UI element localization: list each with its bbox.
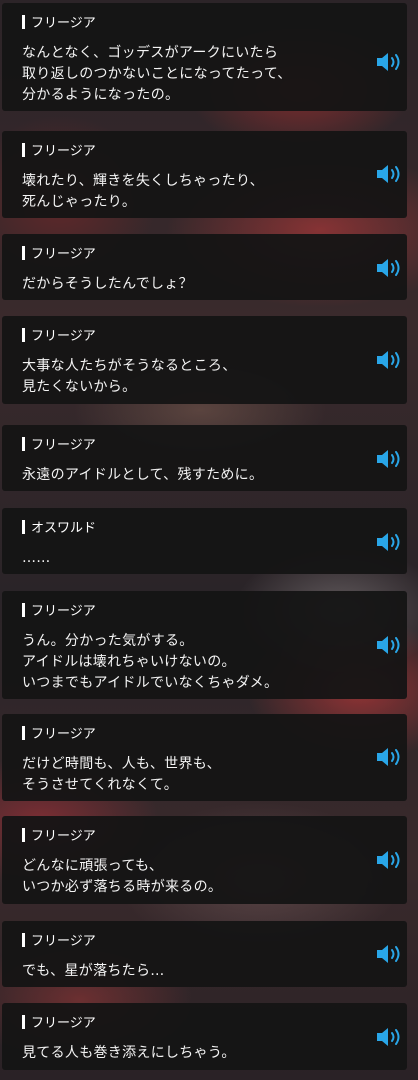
speaker-marker <box>22 246 25 260</box>
voice-playback-button[interactable] <box>375 163 403 185</box>
speaker-label: フリージア <box>31 1016 96 1031</box>
speaker-volume-icon <box>377 533 400 551</box>
dialogue-log[interactable]: フリージア なんとなく、ゴッデスがアークにいたら 取り返しのつかないことになって… <box>0 0 418 1080</box>
voice-playback-button[interactable] <box>375 349 403 371</box>
speaker-name: フリージア <box>22 15 96 31</box>
dialogue-text: うん。分かった気がする。 アイドルは壊れちゃいけないの。 いつまでもアイドルでい… <box>22 631 278 694</box>
speaker-volume-icon <box>377 53 400 71</box>
dialogue-line: そうさせてくれなくて。 <box>22 777 179 793</box>
voice-playback-button[interactable] <box>375 257 403 279</box>
dialogue-line: 分かるようになったの。 <box>22 87 180 103</box>
dialogue-line: だからそうしたんでしょ？ <box>22 276 193 292</box>
speaker-label: フリージア <box>31 727 96 742</box>
log-entry: フリージア 大事な人たちがそうなるところ、 見たくないから。 <box>2 316 407 404</box>
speaker-label: フリージア <box>31 144 96 159</box>
speaker-name: フリージア <box>22 828 96 844</box>
speaker-name: フリージア <box>22 143 96 159</box>
voice-playback-button[interactable] <box>375 943 403 965</box>
dialogue-line: 永遠のアイドルとして、残すために。 <box>22 467 264 483</box>
dialogue-line: アイドルは壊れちゃいけないの。 <box>22 654 236 670</box>
speaker-label: フリージア <box>31 604 96 619</box>
speaker-name: フリージア <box>22 1015 96 1031</box>
dialogue-text: …… <box>22 548 51 569</box>
dialogue-line: どんなに頑張っても、 <box>22 858 164 874</box>
speaker-name: フリージア <box>22 328 96 344</box>
dialogue-line: でも、星が落ちたら… <box>22 963 165 979</box>
dialogue-line: 死んじゃったり。 <box>22 194 137 210</box>
speaker-marker <box>22 15 25 29</box>
speaker-marker <box>22 828 25 842</box>
log-entry: オスワルド …… <box>2 508 407 574</box>
log-entry: フリージア だからそうしたんでしょ？ <box>2 234 407 300</box>
dialogue-line: いつか必ず落ちる時が来るの。 <box>22 879 223 895</box>
speaker-label: フリージア <box>31 438 96 453</box>
speaker-marker <box>22 520 25 534</box>
log-entry: フリージア なんとなく、ゴッデスがアークにいたら 取り返しのつかないことになって… <box>2 3 407 111</box>
voice-playback-button[interactable] <box>375 849 403 871</box>
speaker-marker <box>22 1015 25 1029</box>
speaker-volume-icon <box>377 748 400 766</box>
speaker-label: フリージア <box>31 329 96 344</box>
dialogue-line: 壊れたり、輝きを失くしちゃったり、 <box>22 173 264 189</box>
voice-playback-button[interactable] <box>375 1026 403 1048</box>
speaker-volume-icon <box>377 450 400 468</box>
speaker-volume-icon <box>377 259 400 277</box>
dialogue-text: 見てる人も巻き添えにしちゃう。 <box>22 1043 236 1064</box>
dialogue-line: 見たくないから。 <box>22 379 137 395</box>
dialogue-line: 大事な人たちがそうなるところ、 <box>22 358 237 374</box>
dialogue-line: 取り返しのつかないことになってたって、 <box>22 66 292 82</box>
speaker-volume-icon <box>377 165 400 183</box>
speaker-label: フリージア <box>31 934 96 949</box>
speaker-volume-icon <box>377 851 400 869</box>
voice-playback-button[interactable] <box>375 746 403 768</box>
speaker-name: フリージア <box>22 603 96 619</box>
dialogue-text: 壊れたり、輝きを失くしちゃったり、 死んじゃったり。 <box>22 171 264 213</box>
speaker-name: オスワルド <box>22 520 96 536</box>
log-entry: フリージア でも、星が落ちたら… <box>2 921 407 987</box>
dialogue-text: だけど時間も、人も、世界も、 そうさせてくれなくて。 <box>22 754 221 796</box>
speaker-name: フリージア <box>22 246 96 262</box>
speaker-marker <box>22 726 25 740</box>
speaker-marker <box>22 933 25 947</box>
dialogue-line: だけど時間も、人も、世界も、 <box>22 756 221 772</box>
speaker-marker <box>22 603 25 617</box>
dialogue-line: …… <box>22 550 51 566</box>
speaker-name: フリージア <box>22 726 96 742</box>
dialogue-line: うん。分かった気がする。 <box>22 633 194 649</box>
dialogue-text: でも、星が落ちたら… <box>22 961 165 982</box>
speaker-volume-icon <box>377 636 400 654</box>
log-entry: フリージア 永遠のアイドルとして、残すために。 <box>2 425 407 491</box>
voice-playback-button[interactable] <box>375 51 403 73</box>
voice-playback-button[interactable] <box>375 634 403 656</box>
log-entry: フリージア うん。分かった気がする。 アイドルは壊れちゃいけないの。 いつまでも… <box>2 591 407 699</box>
dialogue-line: いつまでもアイドルでいなくちゃダメ。 <box>22 675 279 691</box>
log-entry: フリージア だけど時間も、人も、世界も、 そうさせてくれなくて。 <box>2 714 407 801</box>
log-entry: フリージア 壊れたり、輝きを失くしちゃったり、 死んじゃったり。 <box>2 131 407 218</box>
voice-playback-button[interactable] <box>375 448 403 470</box>
dialogue-line: 見てる人も巻き添えにしちゃう。 <box>22 1045 236 1061</box>
speaker-marker <box>22 328 25 342</box>
speaker-label: フリージア <box>31 16 96 31</box>
dialogue-line: なんとなく、ゴッデスがアークにいたら <box>22 45 279 61</box>
speaker-label: フリージア <box>31 247 96 262</box>
speaker-label: オスワルド <box>31 521 97 536</box>
log-entry: フリージア 見てる人も巻き添えにしちゃう。 <box>2 1003 407 1070</box>
speaker-volume-icon <box>377 1028 400 1046</box>
dialogue-text: 永遠のアイドルとして、残すために。 <box>22 465 263 486</box>
speaker-volume-icon <box>377 945 400 963</box>
voice-playback-button[interactable] <box>375 531 403 553</box>
dialogue-text: どんなに頑張っても、 いつか必ず落ちる時が来るの。 <box>22 856 222 898</box>
log-entry: フリージア どんなに頑張っても、 いつか必ず落ちる時が来るの。 <box>2 816 407 904</box>
dialogue-text: だからそうしたんでしょ？ <box>22 274 193 295</box>
speaker-volume-icon <box>377 351 400 369</box>
speaker-name: フリージア <box>22 437 96 453</box>
speaker-label: フリージア <box>31 829 96 844</box>
dialogue-text: 大事な人たちがそうなるところ、 見たくないから。 <box>22 356 237 398</box>
speaker-marker <box>22 437 25 451</box>
speaker-marker <box>22 143 25 157</box>
speaker-name: フリージア <box>22 933 96 949</box>
dialogue-text: なんとなく、ゴッデスがアークにいたら 取り返しのつかないことになってたって、 分… <box>22 43 292 106</box>
